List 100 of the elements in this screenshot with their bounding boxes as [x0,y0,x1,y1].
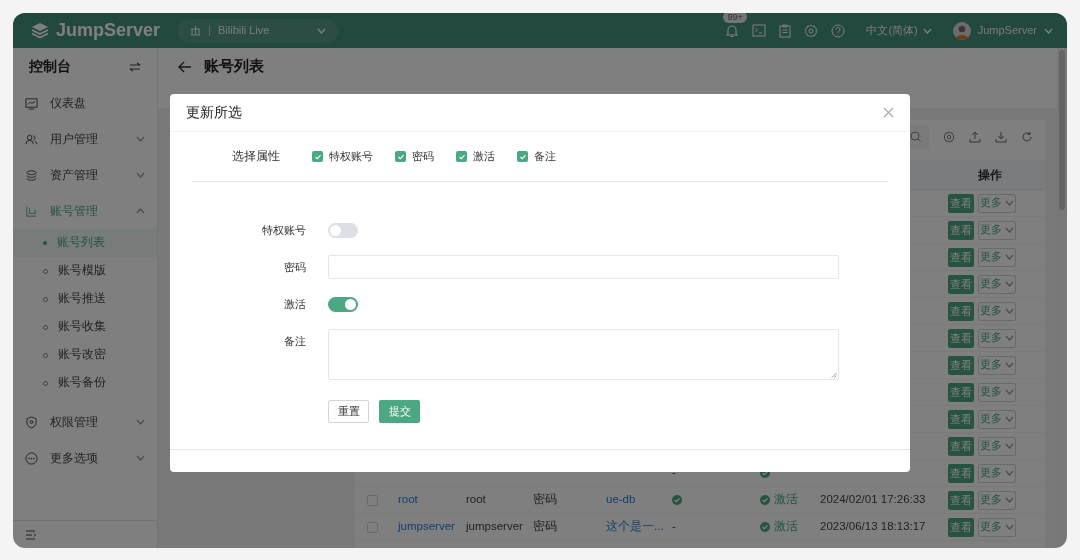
toggle-switch[interactable] [328,222,358,238]
user-name[interactable]: JumpServer [977,22,1037,39]
sidebar-item[interactable]: 用户管理 [13,121,157,157]
shield-icon [25,415,38,429]
swap-icon[interactable] [129,61,141,72]
table-cell-text: 2024/02/01 17:26:33 [820,492,926,508]
more-dropdown-button[interactable]: 更多 [978,328,1016,348]
terminal-icon[interactable] [752,24,767,37]
settings-icon[interactable] [943,130,955,143]
chevron-down-icon[interactable] [1005,227,1014,233]
view-button[interactable]: 查看 [948,328,974,348]
refresh-icon[interactable] [1021,130,1033,143]
sidebar-item[interactable]: 仪表盘 [13,85,157,121]
chevron-down-icon[interactable] [1005,497,1014,503]
sidebar-item[interactable]: 资产管理 [13,157,157,193]
sidebar-subitem[interactable]: 账号备份 [13,369,157,397]
view-button[interactable]: 查看 [948,409,974,429]
more-dropdown-button[interactable]: 更多 [978,436,1016,456]
asset-link[interactable]: ue-db [606,491,636,509]
chevron-down-icon[interactable] [1005,362,1014,368]
chevron-down-icon[interactable] [136,455,145,461]
bell-icon[interactable] [725,23,740,38]
view-button[interactable]: 查看 [948,490,974,510]
chevron-down-icon[interactable] [1005,416,1014,422]
more-dropdown-button[interactable]: 更多 [978,517,1016,537]
chevron-down-icon[interactable] [1005,281,1014,287]
close-icon[interactable] [883,107,894,118]
help-icon[interactable] [831,23,846,38]
check-icon [457,152,466,161]
view-button[interactable]: 查看 [948,355,974,375]
clipboard-icon[interactable] [779,23,792,38]
reset-button[interactable]: 重置 [328,400,369,423]
check-circle-icon [672,495,682,505]
view-button[interactable]: 查看 [948,382,974,402]
sidebar-subitem[interactable]: 账号列表 [13,229,157,257]
resize-handle-icon[interactable] [831,372,837,378]
view-button[interactable]: 查看 [948,247,974,267]
view-button[interactable]: 查看 [948,274,974,294]
sidebar-item[interactable]: 更多选项 [13,440,157,476]
asset-link[interactable]: 这个是一... [606,518,664,536]
checkbox-label: 激活 [473,149,495,165]
checkbox[interactable] [456,151,467,162]
status-text: 激活 [774,519,798,535]
chevron-up-icon[interactable] [136,208,145,214]
upload-icon[interactable] [969,130,981,143]
more-dropdown-button[interactable]: 更多 [978,409,1016,429]
checkbox[interactable] [395,151,406,162]
chevron-down-icon[interactable] [136,419,145,425]
download-icon[interactable] [995,130,1007,143]
sidebar-subitem[interactable]: 账号推送 [13,285,157,313]
view-button[interactable]: 查看 [948,517,974,537]
more-dropdown-button[interactable]: 更多 [978,193,1016,213]
more-dropdown-button[interactable]: 更多 [978,274,1016,294]
more-dropdown-button[interactable]: 更多 [978,382,1016,402]
sidebar-subitem[interactable]: 账号模版 [13,257,157,285]
more-dropdown-button[interactable]: 更多 [978,301,1016,321]
more-dropdown-button[interactable]: 更多 [978,247,1016,267]
chevron-down-icon[interactable] [1005,443,1014,449]
checkbox[interactable] [312,151,323,162]
submit-button[interactable]: 提交 [379,400,420,423]
collapse-icon[interactable] [25,529,36,540]
sidebar-title: 控制台 [29,57,71,76]
more-dropdown-button[interactable]: 更多 [978,220,1016,240]
avatar-icon[interactable] [952,21,971,40]
sidebar-item[interactable]: 权限管理 [13,404,157,440]
account-link[interactable]: root [398,491,418,509]
chevron-down-icon[interactable] [1005,200,1014,206]
account-link[interactable]: jumpserver [398,518,455,536]
chevron-down-icon[interactable] [1005,389,1014,395]
table-cell-text: 密码 [533,519,557,535]
more-dropdown-button[interactable]: 更多 [978,463,1016,483]
back-arrow-icon[interactable] [178,60,192,73]
password-field[interactable] [328,255,839,279]
chevron-down-icon[interactable] [1005,470,1014,476]
note-field[interactable] [328,329,839,380]
logo-icon [30,20,50,41]
chevron-down-icon[interactable] [136,136,145,142]
more-icon [25,451,38,465]
notification-badge: 99+ [723,13,747,23]
checkbox[interactable] [517,151,528,162]
language-selector[interactable]: 中文(简体) [866,22,918,39]
sidebar-item[interactable]: 账号管理 [13,193,157,229]
view-button[interactable]: 查看 [948,301,974,321]
view-button[interactable]: 查看 [948,220,974,240]
chevron-down-icon[interactable] [1005,335,1014,341]
scrollbar[interactable] [1057,48,1067,548]
chevron-down-icon[interactable] [1005,254,1014,260]
view-button[interactable]: 查看 [948,463,974,483]
chevron-down-icon[interactable] [1005,524,1014,530]
view-button[interactable]: 查看 [948,436,974,456]
chevron-down-icon[interactable] [136,172,145,178]
chevron-down-icon[interactable] [1005,308,1014,314]
view-button[interactable]: 查看 [948,193,974,213]
sidebar-subitem[interactable]: 账号收集 [13,313,157,341]
toggle-switch[interactable] [328,296,358,312]
more-dropdown-button[interactable]: 更多 [978,355,1016,375]
check-icon [313,152,322,161]
column-header: 操作 [976,166,1003,184]
more-dropdown-button[interactable]: 更多 [978,490,1016,510]
sidebar-subitem[interactable]: 账号改密 [13,341,157,369]
